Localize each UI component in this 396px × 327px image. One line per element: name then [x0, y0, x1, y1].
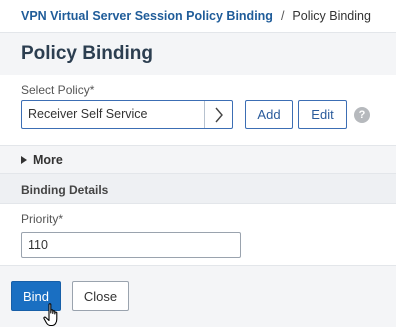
- caret-right-icon: [21, 156, 27, 164]
- close-button[interactable]: Close: [72, 281, 129, 311]
- priority-input[interactable]: [21, 232, 241, 258]
- edit-button[interactable]: Edit: [298, 100, 347, 129]
- breadcrumb: VPN Virtual Server Session Policy Bindin…: [0, 0, 396, 33]
- breadcrumb-current: Policy Binding: [292, 9, 371, 23]
- panel-header: Policy Binding: [0, 33, 396, 75]
- more-toggle[interactable]: More: [0, 145, 396, 174]
- select-policy-section: Select Policy* Receiver Self Service Add…: [0, 75, 396, 145]
- priority-section: Priority*: [0, 204, 396, 266]
- breadcrumb-parent-link[interactable]: VPN Virtual Server Session Policy Bindin…: [21, 9, 273, 23]
- priority-label: Priority*: [21, 212, 64, 226]
- select-policy-label: Select Policy*: [21, 83, 95, 97]
- select-policy-value: Receiver Self Service: [28, 107, 148, 121]
- page-title: Policy Binding: [21, 43, 153, 64]
- help-icon[interactable]: ?: [354, 107, 370, 123]
- binding-details-title: Binding Details: [21, 183, 109, 197]
- chevron-right-icon[interactable]: [204, 101, 232, 128]
- hand-pointer-icon: [43, 303, 58, 327]
- add-button[interactable]: Add: [245, 100, 293, 129]
- breadcrumb-separator: /: [280, 9, 285, 23]
- select-policy-field[interactable]: Receiver Self Service: [21, 100, 233, 129]
- binding-details-header: Binding Details: [0, 174, 396, 204]
- more-label: More: [33, 153, 63, 167]
